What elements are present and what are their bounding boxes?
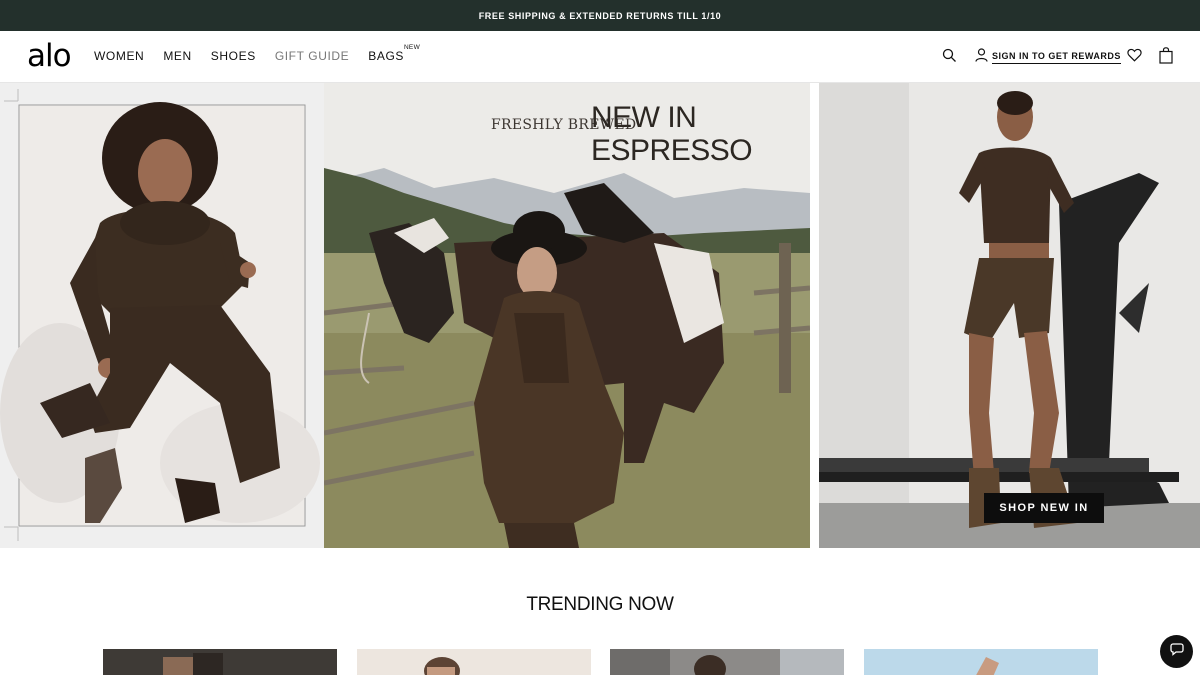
heart-icon[interactable] <box>1123 44 1145 66</box>
site-header: alo WOMEN MEN SHOES GIFT GUIDE BAGS NEW … <box>0 31 1200 83</box>
nav-men[interactable]: MEN <box>163 49 191 63</box>
trending-title: TRENDING NOW <box>526 594 674 615</box>
chat-button[interactable] <box>1160 635 1193 668</box>
nav-women[interactable]: WOMEN <box>94 49 144 63</box>
new-badge: NEW <box>403 44 421 51</box>
hero-headline-line1: NEW IN <box>591 101 697 134</box>
main-nav: WOMEN MEN SHOES GIFT GUIDE BAGS NEW <box>94 44 423 63</box>
bag-icon[interactable] <box>1155 44 1177 66</box>
product-card[interactable] <box>864 649 1098 675</box>
search-icon[interactable] <box>938 44 960 66</box>
nav-bags[interactable]: BAGS NEW <box>368 44 419 63</box>
chat-icon <box>1169 642 1184 661</box>
product-card[interactable] <box>610 649 844 675</box>
promo-banner[interactable]: FREE SHIPPING & EXTENDED RETURNS TILL 1/… <box>0 0 1200 31</box>
rewards-label: SIGN IN TO GET REWARDS <box>992 51 1121 64</box>
brand-logo[interactable]: alo <box>27 39 72 73</box>
user-icon <box>975 48 988 67</box>
promo-text: FREE SHIPPING & EXTENDED RETURNS TILL 1/… <box>478 10 722 21</box>
hero-headline-line2: ESPRESSO <box>591 134 753 167</box>
nav-gift-guide[interactable]: GIFT GUIDE <box>275 49 349 63</box>
hero-image-left[interactable] <box>0 83 324 548</box>
product-card[interactable] <box>357 649 591 675</box>
nav-shoes[interactable]: SHOES <box>211 49 256 63</box>
hero-image-right[interactable] <box>819 83 1200 548</box>
product-card[interactable] <box>103 649 337 675</box>
hero-headline: NEW IN ESPRESSO <box>591 101 753 167</box>
shop-new-in-button[interactable]: SHOP NEW IN <box>984 493 1104 523</box>
nav-bags-label: BAGS <box>368 49 405 63</box>
hero-section: FRESHLY BREWED NEW IN ESPRESSO <box>0 83 1200 548</box>
sign-in-rewards-link[interactable]: SIGN IN TO GET REWARDS <box>975 48 1121 67</box>
